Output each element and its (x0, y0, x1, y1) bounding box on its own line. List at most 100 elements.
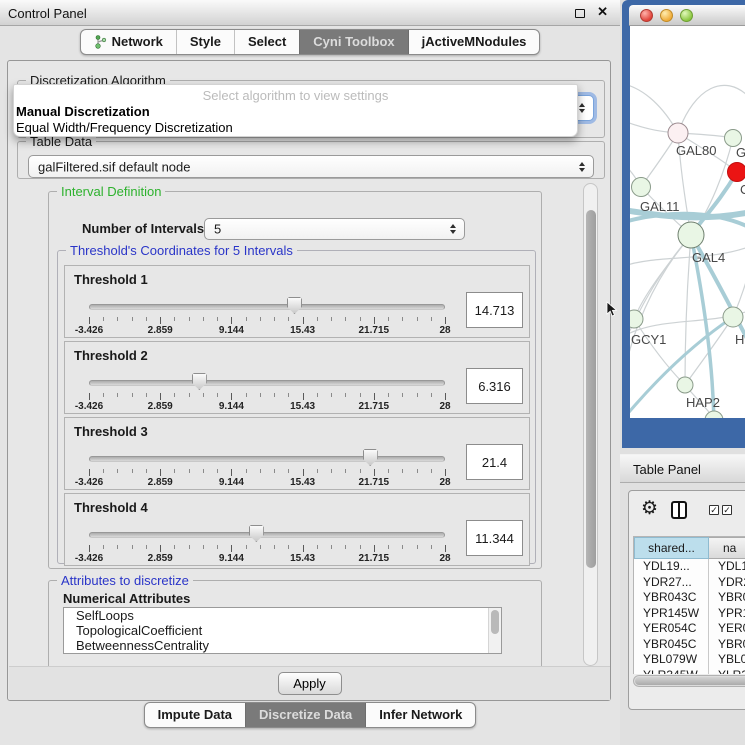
checkbox-icon[interactable]: ✓ (709, 505, 719, 515)
node-gal80[interactable] (668, 123, 688, 143)
tick-mark (303, 393, 304, 400)
dropdown-option-equal-width-frequency[interactable]: Equal Width/Frequency Discretization (14, 120, 577, 135)
apply-button[interactable]: Apply (278, 672, 342, 695)
checkbox-icon[interactable]: ✓ (722, 505, 732, 515)
node-red-selected[interactable] (728, 163, 745, 182)
table-cell[interactable]: YDL19... (634, 559, 709, 575)
list-scrollbar[interactable] (488, 608, 501, 653)
tick-mark (160, 545, 161, 552)
slider-handle[interactable] (363, 449, 378, 466)
combo-arrows-icon (579, 103, 585, 113)
table-cell[interactable]: YPR145W (634, 606, 709, 622)
list-item[interactable]: BetweennessCentrality (64, 638, 501, 653)
gear-icon[interactable]: ⚙ (641, 497, 658, 520)
node-gcy1[interactable] (630, 310, 643, 328)
tick-mark (288, 469, 289, 473)
tab-cyni-toolbox[interactable]: Cyni Toolbox (299, 30, 407, 54)
table-cell[interactable]: YPR1 (709, 606, 745, 622)
tick-label: 28 (439, 477, 450, 488)
threshold-1-slider[interactable]: -3.4262.8599.14415.4321.71528 (89, 296, 445, 336)
cyni-toolbox-panel: Discretization Algorithm Select algorith… (7, 60, 611, 701)
tab-network[interactable]: Network (81, 30, 176, 54)
zoom-window-icon[interactable] (680, 9, 693, 22)
table-cell[interactable]: YER0 (709, 621, 745, 637)
scrollbar-thumb[interactable] (586, 210, 596, 568)
close-window-icon[interactable] (640, 9, 653, 22)
column-header-shared-name[interactable]: shared... (634, 537, 709, 559)
tick-mark (360, 469, 361, 473)
bottom-tab-group: Impute Data Discretize Data Infer Networ… (144, 702, 477, 728)
tab-jactivemnodules[interactable]: jActiveMNodules (408, 30, 540, 54)
table-row[interactable]: YBR045CYBR0 (634, 637, 745, 653)
table-cell[interactable]: YLR345W (634, 668, 709, 675)
table-cell[interactable]: YDR2 (709, 575, 745, 591)
table-cell[interactable]: YDL1 (709, 559, 745, 575)
minimize-window-icon[interactable] (660, 9, 673, 22)
table-cell[interactable]: YER054C (634, 621, 709, 637)
dropdown-option-manual-discretization[interactable]: Manual Discretization (14, 104, 577, 119)
tick-mark (317, 393, 318, 397)
slider-handle[interactable] (287, 297, 302, 314)
node-hap2[interactable] (677, 377, 693, 393)
table-cell[interactable]: YDR27... (634, 575, 709, 591)
tab-select[interactable]: Select (234, 30, 299, 54)
threshold-3-slider[interactable]: -3.4262.8599.14415.4321.71528 (89, 448, 445, 488)
slider-handle[interactable] (192, 373, 207, 390)
scrollbar-thumb[interactable] (491, 610, 499, 634)
threshold-value-field[interactable]: 21.4 (466, 444, 523, 480)
table-cell[interactable]: YBL079W (634, 652, 709, 668)
table-row[interactable]: YLR345WYLR3 (634, 668, 745, 675)
slider-track[interactable] (89, 456, 445, 462)
node-gal11[interactable] (632, 178, 651, 197)
column-header-name[interactable]: na (709, 537, 745, 559)
float-window-icon[interactable] (575, 9, 585, 18)
threshold-value-field[interactable]: 6.316 (466, 368, 523, 404)
tick-mark (288, 317, 289, 321)
node-label-ga: GA (736, 145, 745, 160)
node-gal4[interactable] (678, 222, 704, 248)
network-canvas[interactable]: GAL80 GA C GAL11 GAL4 GCY1 H HAP2 (630, 26, 745, 418)
node-h-partial[interactable] (723, 307, 743, 327)
table-row[interactable]: YDL19...YDL1 (634, 559, 745, 575)
threshold-2-slider[interactable]: -3.4262.8599.14415.4321.71528 (89, 372, 445, 412)
node-bottom-partial[interactable] (705, 411, 723, 418)
tab-style[interactable]: Style (176, 30, 234, 54)
table-row[interactable]: YBL079WYBL0 (634, 652, 745, 668)
table-cell[interactable]: YBR0 (709, 590, 745, 606)
slider-handle[interactable] (249, 525, 264, 542)
tick-mark (132, 469, 133, 473)
slider-track[interactable] (89, 380, 445, 386)
table-cell[interactable]: YBR045C (634, 637, 709, 653)
table-cell[interactable]: YBL0 (709, 652, 745, 668)
numerical-attributes-list[interactable]: SelfLoopsTopologicalCoefficientBetweenne… (63, 607, 502, 654)
table-row[interactable]: YDR27...YDR2 (634, 575, 745, 591)
column-layout-icon[interactable] (671, 501, 687, 519)
tab-impute-data[interactable]: Impute Data (145, 703, 245, 727)
table-cell[interactable]: YBR0 (709, 637, 745, 653)
settings-scrollbar[interactable] (583, 183, 598, 666)
threshold-value-field[interactable]: 11.344 (466, 520, 523, 556)
table-cell[interactable]: YLR3 (709, 668, 745, 675)
table-row[interactable]: YPR145WYPR1 (634, 606, 745, 622)
table-row[interactable]: YER054CYER0 (634, 621, 745, 637)
table-row[interactable]: YBR043CYBR0 (634, 590, 745, 606)
slider-track[interactable] (89, 304, 445, 310)
table-data-combobox[interactable]: galFiltered.sif default node (28, 155, 594, 178)
threshold-value-field[interactable]: 14.713 (466, 292, 523, 328)
tick-mark (317, 545, 318, 549)
table-cell[interactable]: YBR043C (634, 590, 709, 606)
threshold-4-slider[interactable]: -3.4262.8599.14415.4321.71528 (89, 524, 445, 564)
node-ga-partial[interactable] (725, 130, 742, 147)
slider-track[interactable] (89, 532, 445, 538)
close-icon[interactable]: ✕ (597, 5, 608, 19)
scrollbar-thumb[interactable] (635, 677, 745, 685)
list-item[interactable]: SelfLoops (64, 608, 501, 623)
list-item[interactable]: TopologicalCoefficient (64, 623, 501, 638)
number-of-intervals-combobox[interactable]: 5 (204, 218, 465, 240)
tick-mark (331, 545, 332, 549)
tab-infer-network[interactable]: Infer Network (365, 703, 475, 727)
tick-mark (117, 317, 118, 321)
tab-discretize-data[interactable]: Discretize Data (245, 703, 365, 727)
tick-mark (117, 545, 118, 549)
table-horizontal-scrollbar[interactable] (633, 675, 745, 687)
